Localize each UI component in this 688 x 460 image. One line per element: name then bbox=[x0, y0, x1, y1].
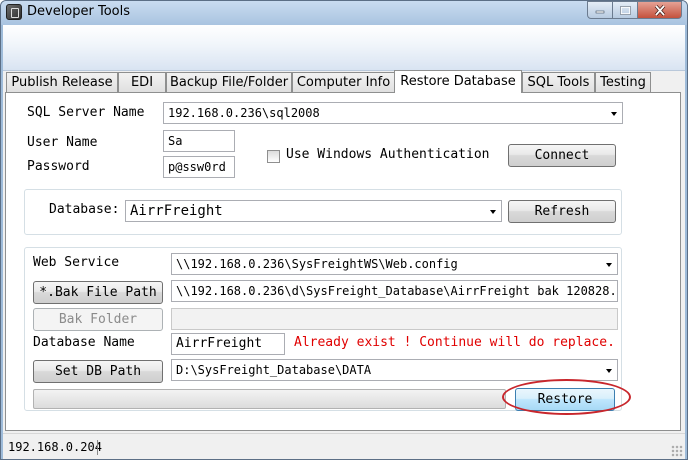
chevron-down-icon[interactable] bbox=[490, 210, 496, 214]
tab-edi[interactable]: EDI bbox=[118, 72, 166, 92]
tab-computer-info[interactable]: Computer Info bbox=[292, 72, 395, 92]
minimize-icon bbox=[595, 10, 605, 14]
client-area: Publish Release EDI Backup File/Folder C… bbox=[3, 70, 685, 433]
refresh-button[interactable]: Refresh bbox=[508, 200, 616, 223]
sql-server-name-label: SQL Server Name bbox=[27, 105, 145, 120]
bak-folder-button[interactable]: Bak Folder bbox=[33, 308, 163, 331]
status-separator bbox=[97, 440, 98, 455]
tab-backup-file-folder[interactable]: Backup File/Folder bbox=[166, 72, 292, 92]
set-db-path-button[interactable]: Set DB Path bbox=[33, 360, 163, 383]
status-ip: 192.168.0.204 bbox=[8, 440, 102, 454]
database-name-field[interactable]: AirrFreight bbox=[171, 333, 285, 355]
windows-auth-label[interactable]: Use Windows Authentication bbox=[286, 147, 490, 162]
sql-server-name-value: 192.168.0.236\sql2008 bbox=[168, 106, 320, 120]
tab-testing[interactable]: Testing bbox=[595, 72, 651, 92]
chevron-down-icon[interactable] bbox=[606, 369, 612, 373]
bak-file-path-field[interactable]: \\192.168.0.236\d\SysFreight_Database\Ai… bbox=[171, 280, 618, 302]
minimize-button[interactable] bbox=[587, 1, 613, 19]
window-title: Developer Tools bbox=[27, 4, 131, 19]
password-field[interactable]: p@ssw0rd bbox=[163, 156, 235, 178]
title-bar[interactable]: Developer Tools bbox=[1, 1, 687, 25]
database-label: Database: bbox=[49, 202, 120, 217]
developer-tools-icon[interactable] bbox=[6, 4, 22, 20]
web-service-value: \\192.168.0.236\SysFreightWS\Web.config bbox=[176, 257, 458, 271]
bak-folder-field[interactable] bbox=[171, 308, 618, 330]
maximize-icon bbox=[619, 5, 631, 15]
tab-sql-tools[interactable]: SQL Tools bbox=[522, 72, 595, 92]
status-bar: 192.168.0.204 bbox=[3, 433, 685, 459]
db-path-dropdown[interactable]: D:\SysFreight_Database\DATA bbox=[171, 359, 618, 381]
close-icon bbox=[654, 4, 665, 16]
connect-button[interactable]: Connect bbox=[508, 144, 616, 167]
database-name-label: Database Name bbox=[33, 335, 135, 350]
developer-tools-window: Developer Tools Publish Release EDI Back… bbox=[0, 0, 688, 460]
resize-grip-icon[interactable] bbox=[671, 445, 683, 457]
user-name-field[interactable]: Sa bbox=[163, 130, 235, 152]
user-name-label: User Name bbox=[27, 135, 98, 150]
tab-restore-database[interactable]: Restore Database bbox=[394, 70, 522, 93]
replace-warning-text: Already exist ! Continue will do replace… bbox=[294, 335, 615, 350]
maximize-button[interactable] bbox=[613, 1, 638, 19]
restore-button[interactable]: Restore bbox=[515, 388, 615, 411]
bak-file-path-button[interactable]: *.Bak File Path bbox=[33, 281, 163, 304]
password-label: Password bbox=[27, 159, 90, 174]
window-controls bbox=[587, 1, 682, 19]
tab-publish-release[interactable]: Publish Release bbox=[6, 72, 118, 92]
restore-progress-bar bbox=[33, 389, 506, 409]
web-service-label: Web Service bbox=[33, 255, 120, 270]
windows-auth-checkbox[interactable] bbox=[267, 150, 280, 163]
restore-database-page: SQL Server Name 192.168.0.236\sql2008 Us… bbox=[5, 92, 681, 431]
database-dropdown[interactable]: AirrFreight bbox=[125, 200, 502, 222]
db-path-value: D:\SysFreight_Database\DATA bbox=[176, 363, 372, 377]
ribbon-area bbox=[3, 25, 685, 71]
chevron-down-icon[interactable] bbox=[606, 263, 612, 267]
web-service-dropdown[interactable]: \\192.168.0.236\SysFreightWS\Web.config bbox=[171, 253, 618, 275]
database-value: AirrFreight bbox=[130, 203, 223, 219]
chevron-down-icon[interactable] bbox=[611, 112, 617, 116]
sql-server-name-dropdown[interactable]: 192.168.0.236\sql2008 bbox=[163, 102, 623, 124]
close-button[interactable] bbox=[638, 1, 682, 19]
